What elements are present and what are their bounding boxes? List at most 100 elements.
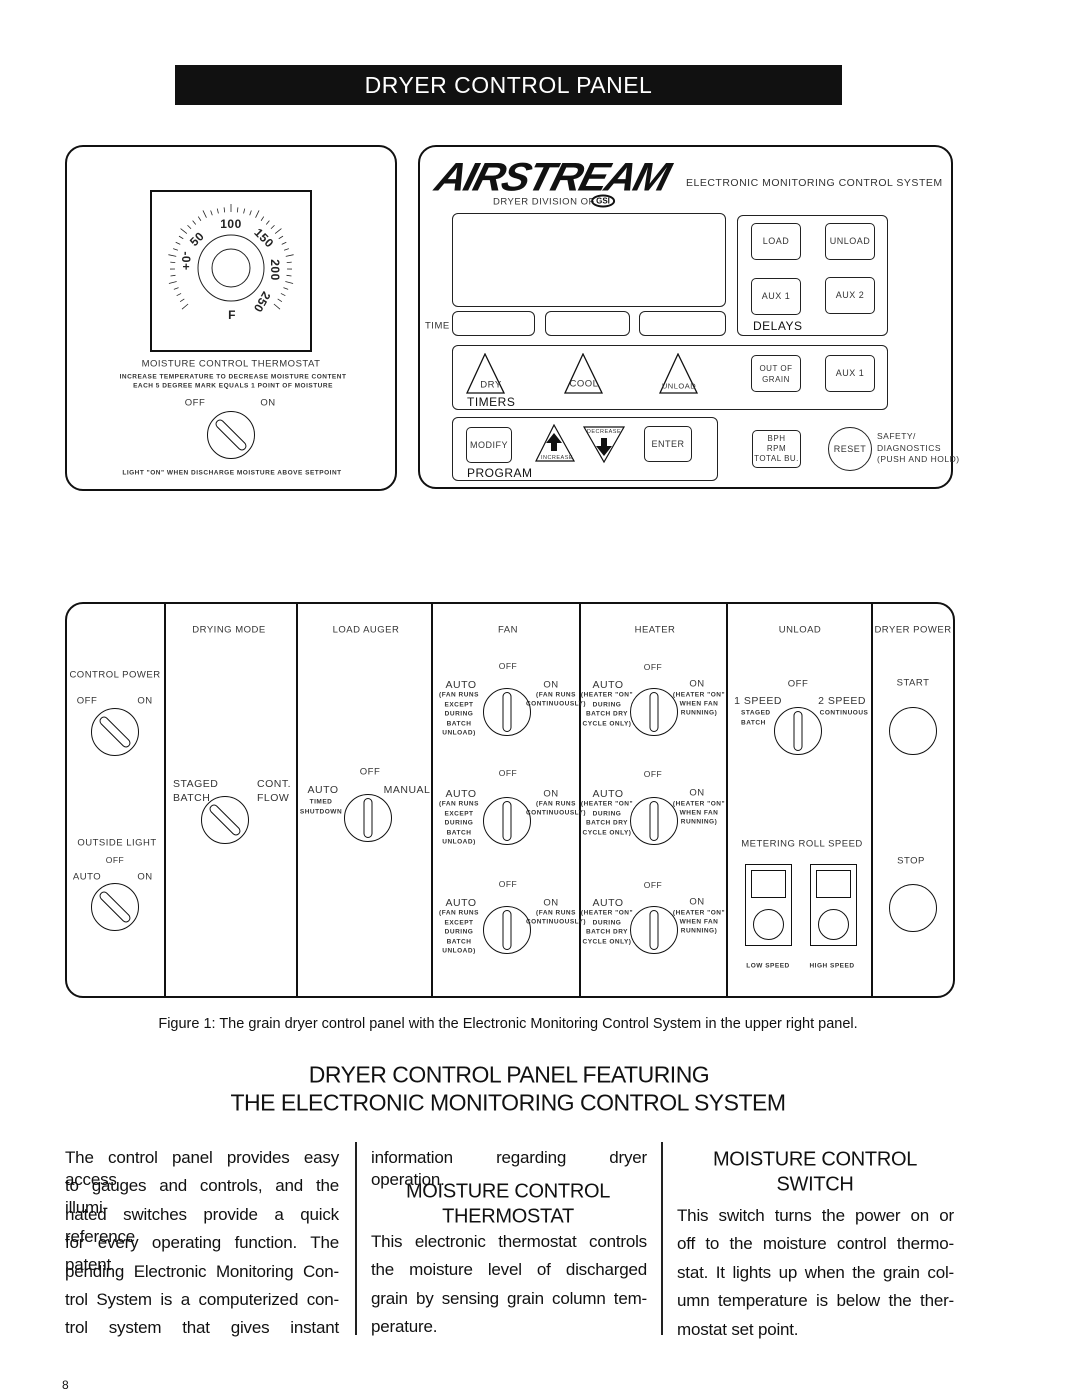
increase-label: INCREASE xyxy=(540,455,574,461)
heater-on-label: ON xyxy=(689,678,705,690)
dial-tick xyxy=(277,298,283,303)
column-divider xyxy=(296,602,298,998)
fan-off-label: OFF xyxy=(498,879,518,889)
column-rule xyxy=(661,1142,663,1335)
heater-auto-note: (HEATER "ON" xyxy=(580,909,634,917)
dry-timer-button[interactable]: DRY xyxy=(480,380,501,391)
metering-roll-speed-label: METERING ROLL SPEED xyxy=(741,838,863,850)
reset-button[interactable]: RESET xyxy=(828,427,872,471)
body-line: pending Electronic Monitoring Con- xyxy=(65,1261,339,1281)
dial-tick xyxy=(286,274,292,277)
high-speed-control[interactable] xyxy=(810,864,857,946)
heater-off-label: OFF xyxy=(643,880,663,890)
safety-line-1: SAFETY/ xyxy=(877,431,916,441)
readout-select-button[interactable]: BPH RPM TOTAL BU. xyxy=(752,430,801,468)
body-line: nated switches provide a quick reference xyxy=(65,1204,339,1246)
section-heading-1: DRYER CONTROL PANEL FEATURING xyxy=(308,1061,710,1088)
outside-light-switch[interactable] xyxy=(91,883,139,931)
control-power-switch[interactable] xyxy=(91,708,139,756)
unload-switch[interactable] xyxy=(774,707,822,755)
dial-tick xyxy=(168,281,177,284)
heater-on-note: WHEN FAN xyxy=(679,700,719,708)
heater-auto-note: BATCH DRY xyxy=(585,710,629,718)
out-of-grain-button[interactable]: OUT OF GRAIN xyxy=(751,355,801,392)
stop-label: STOP xyxy=(897,855,925,867)
heater-on-note: RUNNING) xyxy=(680,709,718,717)
gsi-logo: GSI xyxy=(591,194,615,208)
batch-label: BATCH xyxy=(173,792,211,804)
fan-auto-note: UNLOAD) xyxy=(442,729,476,737)
body-line: umn temperature is below the ther- xyxy=(677,1291,954,1311)
heater-on-note: RUNNING) xyxy=(680,927,718,935)
enter-button[interactable]: ENTER xyxy=(644,426,692,462)
heater-on-note: (HEATER "ON" xyxy=(672,909,726,917)
heater-switch[interactable] xyxy=(630,688,678,736)
fan-switch[interactable] xyxy=(483,797,531,845)
section-heading-2: THE ELECTRONIC MONITORING CONTROL SYSTEM xyxy=(230,1089,786,1116)
aux2-delay-button[interactable]: AUX 2 xyxy=(825,277,875,314)
dial-tick xyxy=(270,224,275,230)
fan-off-label: OFF xyxy=(498,661,518,671)
unload-header: UNLOAD xyxy=(778,624,822,636)
heater-on-note: RUNNING) xyxy=(680,818,718,826)
load-auger-auto: AUTO xyxy=(307,784,339,796)
heater-on-note: (HEATER "ON" xyxy=(672,800,726,808)
aux2-label: AUX 2 xyxy=(835,290,865,300)
fan-auto-note: (FAN RUNS xyxy=(439,909,479,917)
unload-timer-button[interactable]: UNLOAD xyxy=(662,382,696,391)
start-button[interactable] xyxy=(889,707,937,755)
body-line: to gauges and controls, and the illumi- xyxy=(65,1176,339,1218)
load-delay-button[interactable]: LOAD xyxy=(751,223,801,260)
heater-auto-note: BATCH DRY xyxy=(585,928,629,936)
heater-auto-note: CYCLE ONLY) xyxy=(582,938,632,945)
heater-switch[interactable] xyxy=(630,797,678,845)
page-number: 8 xyxy=(62,1378,70,1392)
outside-light-auto: AUTO xyxy=(72,871,102,883)
dial-tick xyxy=(278,235,284,240)
dryer-power-header: DRYER POWER xyxy=(874,624,952,636)
aux1-delay-button[interactable]: AUX 1 xyxy=(751,278,801,315)
fan-on-note: (FAN RUNS xyxy=(536,800,576,808)
stop-button[interactable] xyxy=(889,884,937,932)
dial-tick xyxy=(168,254,177,257)
dial-tick xyxy=(180,228,188,234)
dial-tick xyxy=(178,235,184,240)
heater-on-note: WHEN FAN xyxy=(679,809,719,817)
drying-mode-switch[interactable] xyxy=(201,796,249,844)
cool-timer-button[interactable]: COOL xyxy=(570,379,599,390)
high-speed-button[interactable] xyxy=(818,909,849,940)
dial-tick xyxy=(285,281,294,284)
modify-button[interactable]: MODIFY xyxy=(466,427,512,463)
control-power-on: ON xyxy=(137,695,153,707)
load-auger-off: OFF xyxy=(359,766,381,778)
fan-on-note: (FAN RUNS xyxy=(536,691,576,699)
dial-tick xyxy=(236,207,239,213)
heater-auto-note: (HEATER "ON" xyxy=(580,800,634,808)
dial-tick xyxy=(281,241,287,245)
load-auger-timed: TIMED xyxy=(309,798,333,806)
body-line: This switch turns the power on or xyxy=(677,1206,954,1225)
fan-on-note: CONTINUOUSLY) xyxy=(525,918,587,926)
figure-caption: Figure 1: The grain dryer control panel … xyxy=(158,1016,858,1032)
fan-switch[interactable] xyxy=(483,688,531,736)
moisture-control-switch[interactable] xyxy=(207,411,255,459)
heater-off-label: OFF xyxy=(643,769,663,779)
fan-switch[interactable] xyxy=(483,906,531,954)
safety-line-3: (PUSH AND HOLD) xyxy=(877,454,960,464)
load-auger-switch[interactable] xyxy=(344,794,392,842)
dial-tick xyxy=(280,293,286,297)
low-speed-button[interactable] xyxy=(753,909,784,940)
aux1-timer-button[interactable]: AUX 1 xyxy=(825,355,875,392)
low-speed-control[interactable] xyxy=(745,864,792,946)
delays-label: DELAYS xyxy=(753,319,803,333)
heater-on-label: ON xyxy=(689,787,705,799)
safety-line-2: DIAGNOSTICS xyxy=(877,443,942,453)
fan-auto-note: DURING xyxy=(444,928,474,936)
aux1-timer-label: AUX 1 xyxy=(835,368,865,378)
modify-label: MODIFY xyxy=(470,439,508,450)
dial-tick xyxy=(216,208,219,214)
heater-switch[interactable] xyxy=(630,906,678,954)
unload-delay-button[interactable]: UNLOAD xyxy=(825,223,875,260)
thermostat-instruction-1: INCREASE TEMPERATURE TO DECREASE MOISTUR… xyxy=(119,373,347,381)
thermostat-dial[interactable] xyxy=(150,190,312,352)
